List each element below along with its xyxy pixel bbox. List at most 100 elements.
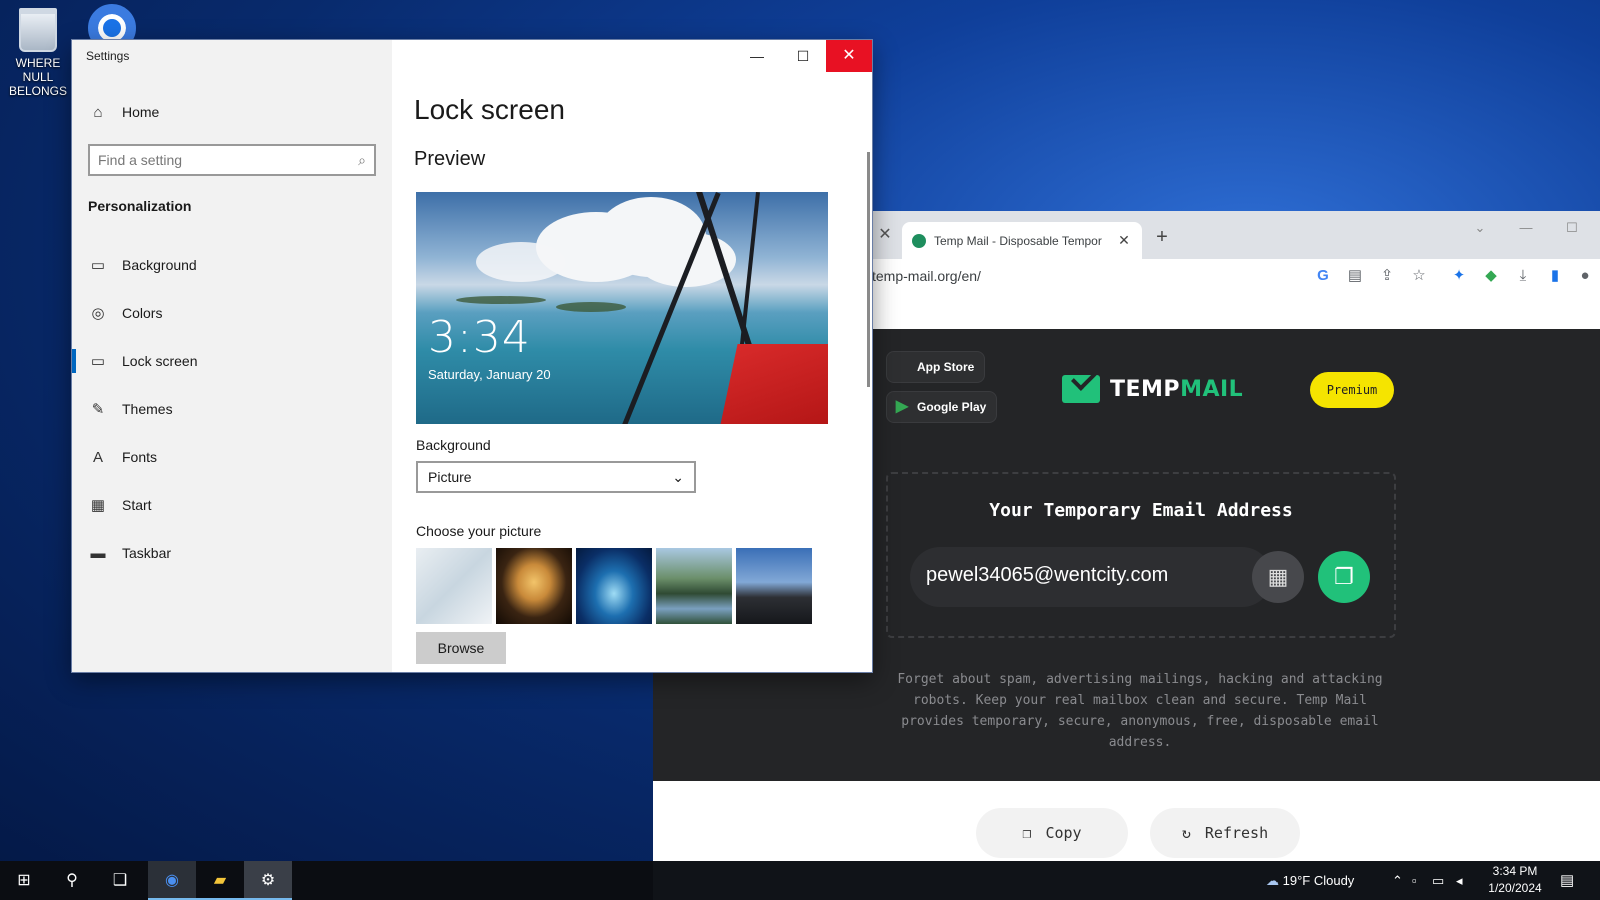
- copy-button[interactable]: ❐ Copy: [976, 808, 1128, 858]
- nav-label: Background: [122, 257, 197, 273]
- nav-themes[interactable]: ✎ Themes: [72, 389, 392, 429]
- logo-mail-text: MAIL: [1180, 376, 1244, 402]
- chevron-down-icon: ⌄: [672, 468, 684, 485]
- picture-thumbnail[interactable]: [656, 548, 732, 624]
- picture-icon: ▭: [90, 257, 106, 274]
- notifications-icon[interactable]: ▤: [1560, 861, 1574, 900]
- picture-thumbnail[interactable]: [736, 548, 812, 624]
- folder-icon: ▰: [213, 872, 227, 889]
- search-button[interactable]: ⚲: [48, 861, 96, 900]
- system-clock[interactable]: 3:34 PM 1/20/2024: [1480, 863, 1550, 897]
- tab-search-chevron-icon[interactable]: ⌄: [1460, 218, 1500, 238]
- bookmark-icon[interactable]: ☆: [1408, 265, 1430, 287]
- email-heading: Your Temporary Email Address: [989, 500, 1293, 521]
- address-bar[interactable]: temp-mail.org/en/: [872, 268, 981, 284]
- app-store-button[interactable]: App Store: [886, 351, 986, 383]
- taskbar-settings[interactable]: ⚙: [244, 861, 292, 900]
- close-tab-icon[interactable]: ✕: [876, 226, 894, 244]
- qr-code-button[interactable]: ▦: [1252, 551, 1304, 603]
- app-store-label: App Store: [917, 360, 975, 374]
- nav-start[interactable]: ▦ Start: [72, 485, 392, 525]
- browser-minimize-button[interactable]: —: [1506, 218, 1546, 238]
- tempmail-logo[interactable]: TEMPMAIL: [1062, 375, 1243, 403]
- preview-red-wing: [718, 344, 828, 424]
- new-tab-button[interactable]: +: [1150, 225, 1174, 249]
- start-button[interactable]: ⊞: [0, 861, 48, 900]
- gear-icon: ⚙: [260, 872, 276, 889]
- chrome-icon: ◉: [165, 872, 179, 889]
- refresh-icon: ↻: [1181, 824, 1191, 842]
- task-view-button[interactable]: ❑: [96, 861, 144, 900]
- windows-icon: ⊞: [17, 872, 31, 889]
- recycle-bin-desktop-icon[interactable]: WHERE NULL BELONGS: [0, 8, 76, 98]
- choose-picture-label: Choose your picture: [416, 523, 542, 539]
- close-tab-icon[interactable]: ✕: [1116, 232, 1132, 249]
- close-icon: ✕: [842, 47, 856, 64]
- home-icon: ⌂: [93, 103, 103, 121]
- preview-time: 3:34: [428, 312, 531, 363]
- google-lens-icon[interactable]: G: [1312, 265, 1334, 287]
- nav-lock-screen[interactable]: ▭ Lock screen: [72, 341, 392, 381]
- network-icon[interactable]: ▭: [1432, 861, 1444, 900]
- tab-title: Temp Mail - Disposable Tempor: [934, 233, 1102, 248]
- search-input[interactable]: Find a setting ⌕: [88, 144, 376, 176]
- fonts-icon: A: [92, 448, 103, 466]
- settings-maximize-button[interactable]: ☐: [780, 40, 826, 72]
- weather-text: 19°F Cloudy: [1282, 873, 1355, 888]
- copy-email-button[interactable]: ❐: [1318, 551, 1370, 603]
- nav-colors[interactable]: ◎ Colors: [72, 293, 392, 333]
- lock-screen-preview: [416, 192, 828, 424]
- email-address[interactable]: pewel34065@wentcity.com: [926, 564, 1168, 587]
- tempmail-actions-area: [653, 781, 1600, 861]
- refresh-label: Refresh: [1204, 824, 1269, 842]
- search-icon: ⚲: [66, 872, 78, 889]
- reader-mode-icon[interactable]: ▤: [1344, 265, 1366, 287]
- taskbar-file-explorer[interactable]: ▰: [196, 861, 244, 900]
- nav-label: Colors: [122, 305, 163, 321]
- apple-icon: [893, 358, 911, 376]
- google-play-button[interactable]: ▶ Google Play: [886, 391, 998, 423]
- picture-thumbnail[interactable]: [416, 548, 492, 624]
- settings-scrollbar[interactable]: [867, 152, 870, 387]
- side-panel-icon[interactable]: ▮: [1544, 265, 1566, 287]
- extensions-icon[interactable]: ✦: [1448, 265, 1470, 287]
- nav-home[interactable]: ⌂ Home: [72, 92, 392, 132]
- preview-island: [556, 302, 626, 312]
- settings-close-button[interactable]: ✕: [826, 40, 872, 72]
- background-dropdown[interactable]: Picture ⌄: [416, 461, 696, 493]
- tray-overflow-chevron-icon[interactable]: ⌃: [1392, 861, 1403, 900]
- refresh-button[interactable]: ↻ Refresh: [1150, 808, 1300, 858]
- share-icon[interactable]: ⇪: [1376, 265, 1398, 287]
- settings-window-title: Settings: [86, 49, 130, 63]
- nav-label: Fonts: [122, 449, 158, 465]
- browser-maximize-button[interactable]: ☐: [1552, 218, 1592, 238]
- browse-button[interactable]: Browse: [416, 632, 506, 664]
- nav-fonts[interactable]: A Fonts: [72, 437, 392, 477]
- settings-minimize-button[interactable]: —: [734, 40, 780, 72]
- weather-widget[interactable]: ☁ 19°F Cloudy: [1266, 861, 1354, 900]
- cloud-icon: ☁: [1266, 873, 1279, 888]
- nav-background[interactable]: ▭ Background: [72, 245, 392, 285]
- taskbar-icon: ▬: [90, 544, 106, 562]
- nav-label: Lock screen: [122, 353, 198, 369]
- taskbar-chrome[interactable]: ◉: [148, 861, 196, 900]
- meet-now-icon[interactable]: ▫: [1412, 861, 1417, 900]
- premium-button[interactable]: Premium: [1310, 372, 1394, 408]
- nav-taskbar[interactable]: ▬ Taskbar: [72, 533, 392, 573]
- picture-thumbnail[interactable]: [576, 548, 652, 624]
- clock-time: 3:34 PM: [1492, 864, 1538, 878]
- extension-icon[interactable]: ◆: [1480, 265, 1502, 287]
- palette-icon: ◎: [91, 305, 105, 322]
- download-icon[interactable]: ⤓: [1512, 265, 1534, 287]
- volume-muted-icon[interactable]: ◂: [1456, 861, 1463, 900]
- group-heading: Personalization: [88, 198, 192, 214]
- start-icon: ▦: [90, 497, 106, 514]
- search-icon: ⌕: [358, 151, 366, 168]
- brush-icon: ✎: [91, 401, 105, 418]
- tempmail-favicon-icon: [912, 233, 926, 248]
- lock-screen-icon: ▭: [90, 353, 106, 370]
- browser-tab-tempmail[interactable]: Temp Mail - Disposable Tempor ✕: [902, 222, 1142, 259]
- profile-icon[interactable]: ●: [1574, 265, 1596, 287]
- desktop-icon-label: WHERE NULL BELONGS: [8, 56, 68, 98]
- picture-thumbnail[interactable]: [496, 548, 572, 624]
